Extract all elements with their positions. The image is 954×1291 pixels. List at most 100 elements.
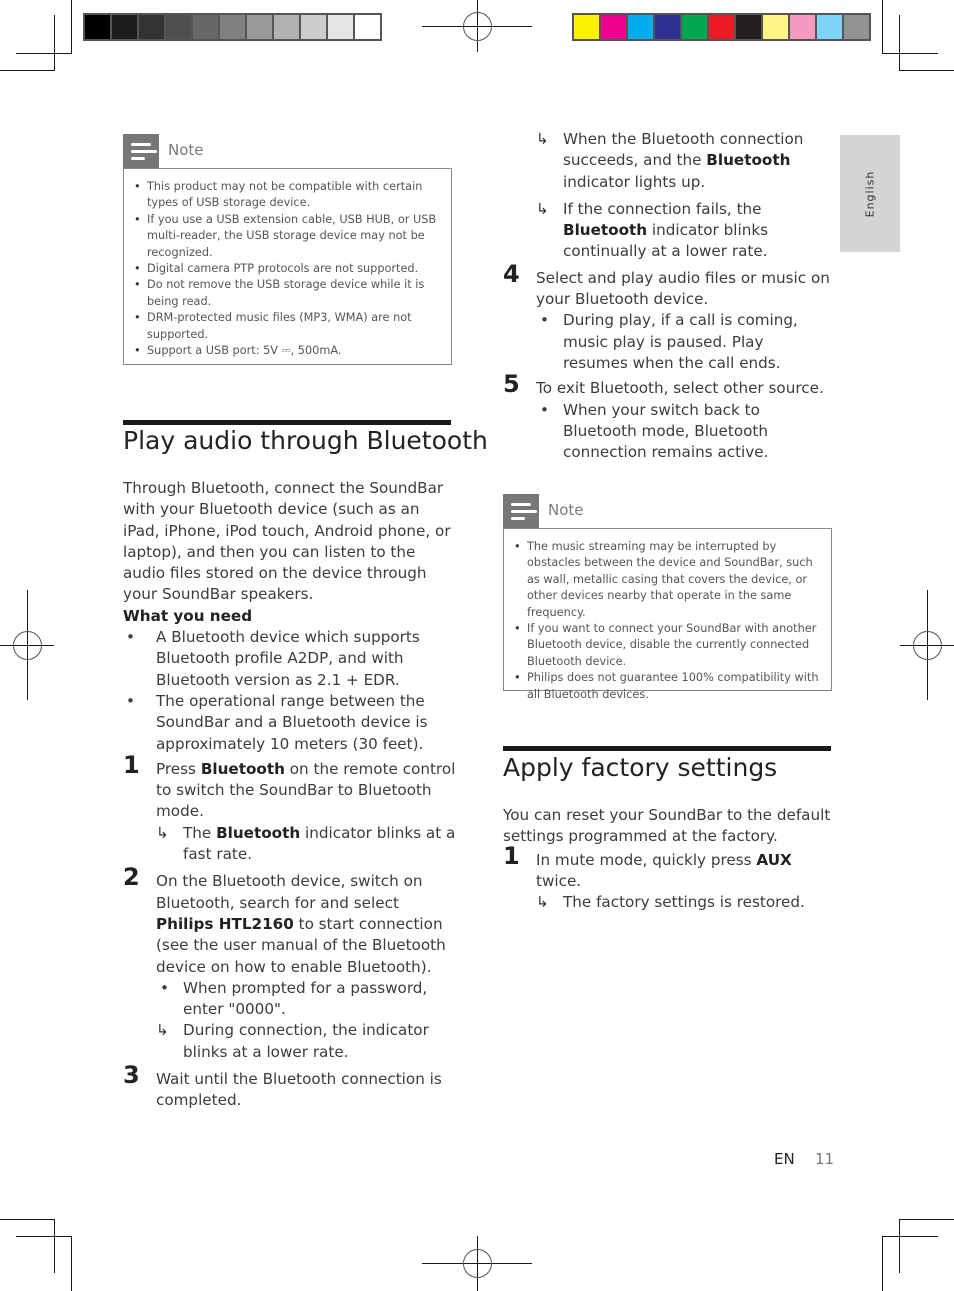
step-result: ↳ When the Bluetooth connection succeeds… — [536, 130, 804, 191]
result-arrow-icon: ↳ — [536, 199, 549, 218]
note-header: Note — [123, 134, 452, 168]
crop-mark — [882, 1236, 883, 1291]
color-swatch — [790, 15, 815, 39]
color-swatch — [85, 15, 110, 39]
note-icon — [123, 134, 159, 168]
color-swatch — [139, 15, 164, 39]
crop-mark — [54, 1219, 55, 1273]
step-result: ↳ The Bluetooth indicator blinks at a fa… — [156, 823, 456, 864]
crop-mark — [882, 53, 938, 54]
step-bullet: • During play, if a call is coming, musi… — [540, 311, 798, 372]
crop-mark — [899, 70, 954, 71]
crop-mark — [899, 1219, 900, 1273]
crop-mark — [882, 0, 883, 54]
note-box-bluetooth: Note The music streaming may be interrup… — [503, 494, 832, 701]
color-swatch — [574, 15, 599, 39]
color-swatch — [355, 15, 380, 39]
bullet-icon: • — [540, 311, 549, 330]
note-item: DRM-protected music files (MP3, WMA) are… — [132, 310, 443, 343]
step-5: 5 To exit Bluetooth, select other source… — [503, 372, 833, 463]
note-box-usb: Note This product may not be compatible … — [123, 134, 452, 365]
language-tab-label: English — [863, 170, 877, 217]
key-bluetooth: Bluetooth — [200, 759, 285, 778]
color-swatch — [220, 15, 245, 39]
section-title-factory: Apply factory settings — [503, 753, 778, 782]
what-you-need-heading: What you need — [123, 606, 253, 625]
color-swatch — [601, 15, 626, 39]
step-bullet: • When prompted for a password, enter "0… — [160, 978, 428, 1019]
grayscale-calibration-bar — [83, 13, 382, 41]
note-title: Note — [168, 141, 204, 159]
result-arrow-icon: ↳ — [156, 823, 169, 842]
bullet-icon: • — [540, 400, 549, 419]
step-number: 1 — [503, 841, 520, 870]
crop-mark — [882, 1236, 938, 1237]
section-rule — [503, 746, 831, 751]
color-swatch — [166, 15, 191, 39]
color-swatch — [193, 15, 218, 39]
note-item: Philips does not guarantee 100% compatib… — [512, 670, 823, 703]
color-swatch — [112, 15, 137, 39]
color-swatch — [709, 15, 734, 39]
factory-body: You can reset your SoundBar to the defau… — [503, 805, 833, 913]
crop-mark — [71, 0, 72, 54]
crop-mark — [16, 1236, 72, 1237]
step-number: 3 — [123, 1061, 140, 1090]
color-swatch — [763, 15, 788, 39]
color-swatch — [817, 15, 842, 39]
color-swatch — [844, 15, 869, 39]
note-item: Do not remove the USB storage device whi… — [132, 277, 443, 310]
language-tab: English — [840, 135, 900, 252]
step-result: ↳ During connection, the indicator blink… — [156, 1021, 429, 1061]
note-body: This product may not be compatible with … — [123, 168, 452, 365]
crop-mark — [71, 1236, 72, 1291]
note-item: This product may not be compatible with … — [132, 179, 443, 212]
color-calibration-bar — [572, 13, 871, 41]
step-number: 1 — [123, 750, 140, 779]
step-1: 1 Press Bluetooth on the remote control … — [123, 753, 456, 865]
result-arrow-icon: ↳ — [536, 130, 549, 148]
step-bullet: • When your switch back to Bluetooth mod… — [540, 400, 769, 462]
note-item: If you use a USB extension cable, USB HU… — [132, 212, 443, 261]
step-number: 2 — [123, 863, 140, 892]
note-item: If you want to connect your SoundBar wit… — [512, 621, 823, 670]
step-result: ↳ If the connection fails, the Bluetooth… — [536, 199, 769, 261]
crop-mark — [16, 53, 72, 54]
note-item: Support a USB port: 5V ⎓, 500mA. — [132, 343, 443, 360]
note-header: Note — [503, 494, 832, 528]
requirement-item: The operational range between the SoundB… — [123, 691, 456, 755]
color-swatch — [655, 15, 680, 39]
step-number: 4 — [503, 259, 520, 288]
step-4: 4 Select and play audio files or music o… — [503, 262, 833, 374]
bluetooth-intro: Through Bluetooth, connect the SoundBar … — [123, 479, 451, 604]
device-name: Philips HTL2160 — [156, 914, 294, 933]
crop-mark — [54, 15, 55, 71]
result-arrow-icon: ↳ — [536, 893, 549, 912]
note-icon — [503, 494, 539, 528]
result-arrow-icon: ↳ — [156, 1021, 169, 1040]
crop-mark — [899, 15, 900, 71]
color-swatch — [247, 15, 272, 39]
factory-step-1: 1 In mute mode, quickly press AUX twice.… — [503, 843, 833, 914]
color-swatch — [682, 15, 707, 39]
color-swatch — [274, 15, 299, 39]
crop-mark — [899, 1219, 954, 1220]
color-swatch — [328, 15, 353, 39]
color-swatch — [301, 15, 326, 39]
page-number: 11 — [815, 1150, 835, 1168]
factory-intro: You can reset your SoundBar to the defau… — [503, 806, 831, 846]
note-item: The music streaming may be interrupted b… — [512, 539, 823, 621]
section-title-bluetooth: Play audio through Bluetooth — [123, 426, 488, 455]
color-swatch — [628, 15, 653, 39]
note-title: Note — [548, 501, 584, 519]
bluetooth-body: Through Bluetooth, connect the SoundBar … — [123, 478, 456, 1112]
requirements-list: A Bluetooth device which supports Blueto… — [123, 627, 456, 755]
color-swatch — [736, 15, 761, 39]
step-2: 2 On the Bluetooth device, switch on Blu… — [123, 865, 456, 1063]
crop-mark — [0, 70, 55, 71]
requirement-item: A Bluetooth device which supports Blueto… — [123, 627, 456, 691]
footer-language: EN — [774, 1150, 795, 1168]
note-body: The music streaming may be interrupted b… — [503, 528, 832, 701]
crop-mark — [0, 1219, 54, 1220]
bluetooth-body-continued: ↳ When the Bluetooth connection succeeds… — [503, 129, 833, 463]
